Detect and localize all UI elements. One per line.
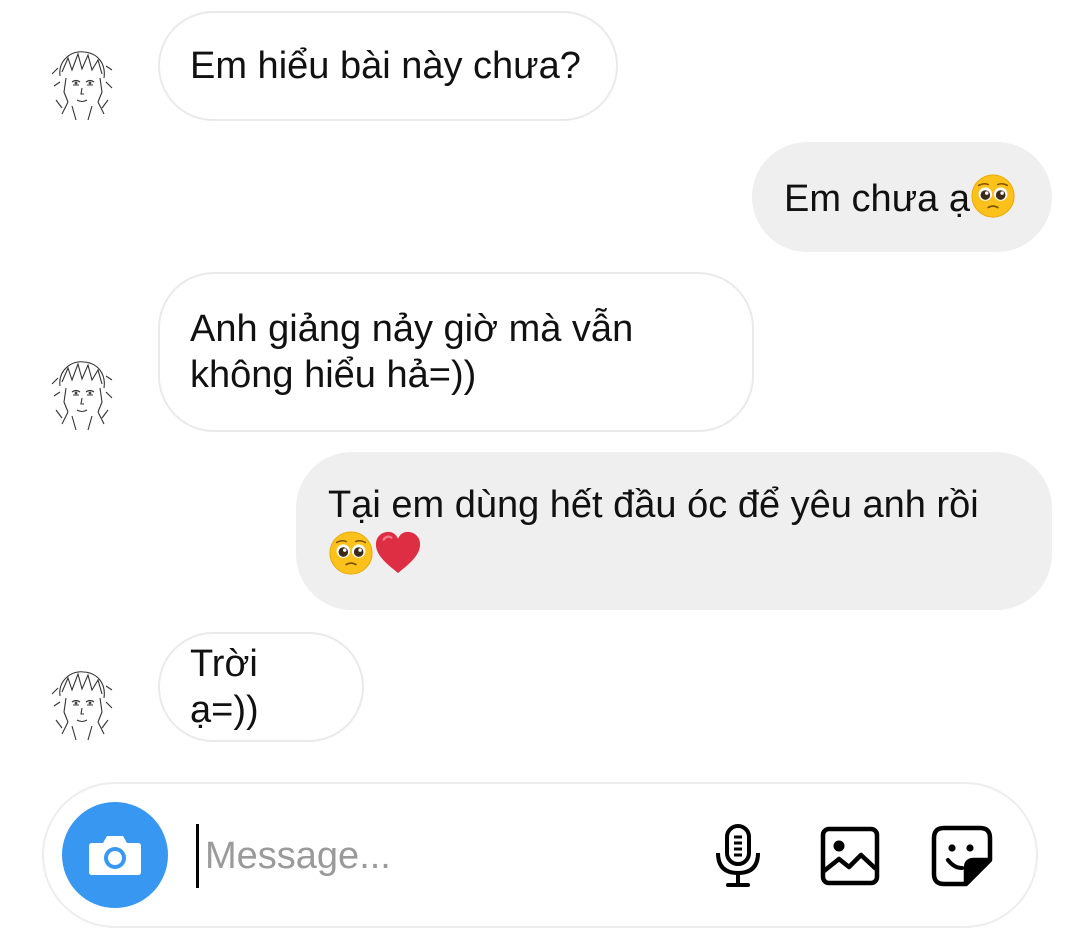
red-heart-icon [374,530,422,576]
message-line: Tại em dùng hết đầu óc để yêu anh rồi [328,484,979,526]
pleading-face-icon [328,530,374,576]
avatar-sketch-icon [42,662,122,742]
message-line: Anh giảng nảy giờ mà vẫn [190,308,634,350]
message-thread: Em hiểu bài này chưa? Em chưa ạ Anh giản… [0,0,1080,770]
outgoing-message-bubble[interactable]: Em chưa ạ [752,142,1052,252]
avatar-sketch-icon [42,42,122,122]
sticker-icon [931,825,993,887]
contact-avatar[interactable] [42,662,122,742]
message-text-wrap: Anh giảng nảy giờ mà vẫn không hiểu hả=)… [190,306,633,398]
incoming-message-bubble[interactable]: Trời ạ=)) [158,632,364,742]
gallery-button[interactable] [816,822,884,890]
message-text: Em hiểu bài này chưa? [190,45,581,87]
voice-message-button[interactable] [704,822,772,890]
incoming-message-bubble[interactable]: Em hiểu bài này chưa? [158,11,618,121]
message-line: không hiểu hả=)) [190,354,477,396]
message-text: Em chưa ạ [784,177,970,220]
pleading-face-icon [970,173,1016,219]
emoji-line [328,530,979,580]
contact-avatar[interactable] [42,352,122,432]
gallery-icon [820,826,880,886]
microphone-icon [716,824,760,887]
message-text: Trời ạ=)) [190,643,259,731]
message-text-wrap: Em chưa ạ [784,173,1016,222]
camera-button[interactable] [62,802,168,908]
message-composer [42,782,1038,928]
avatar-sketch-icon [42,352,122,432]
message-input[interactable] [196,824,685,888]
outgoing-message-bubble[interactable]: Tại em dùng hết đầu óc để yêu anh rồi [296,452,1052,610]
contact-avatar[interactable] [42,42,122,122]
camera-icon [89,836,141,875]
sticker-button[interactable] [928,822,996,890]
message-text-wrap: Tại em dùng hết đầu óc để yêu anh rồi [328,482,979,580]
incoming-message-bubble[interactable]: Anh giảng nảy giờ mà vẫn không hiểu hả=)… [158,272,754,432]
